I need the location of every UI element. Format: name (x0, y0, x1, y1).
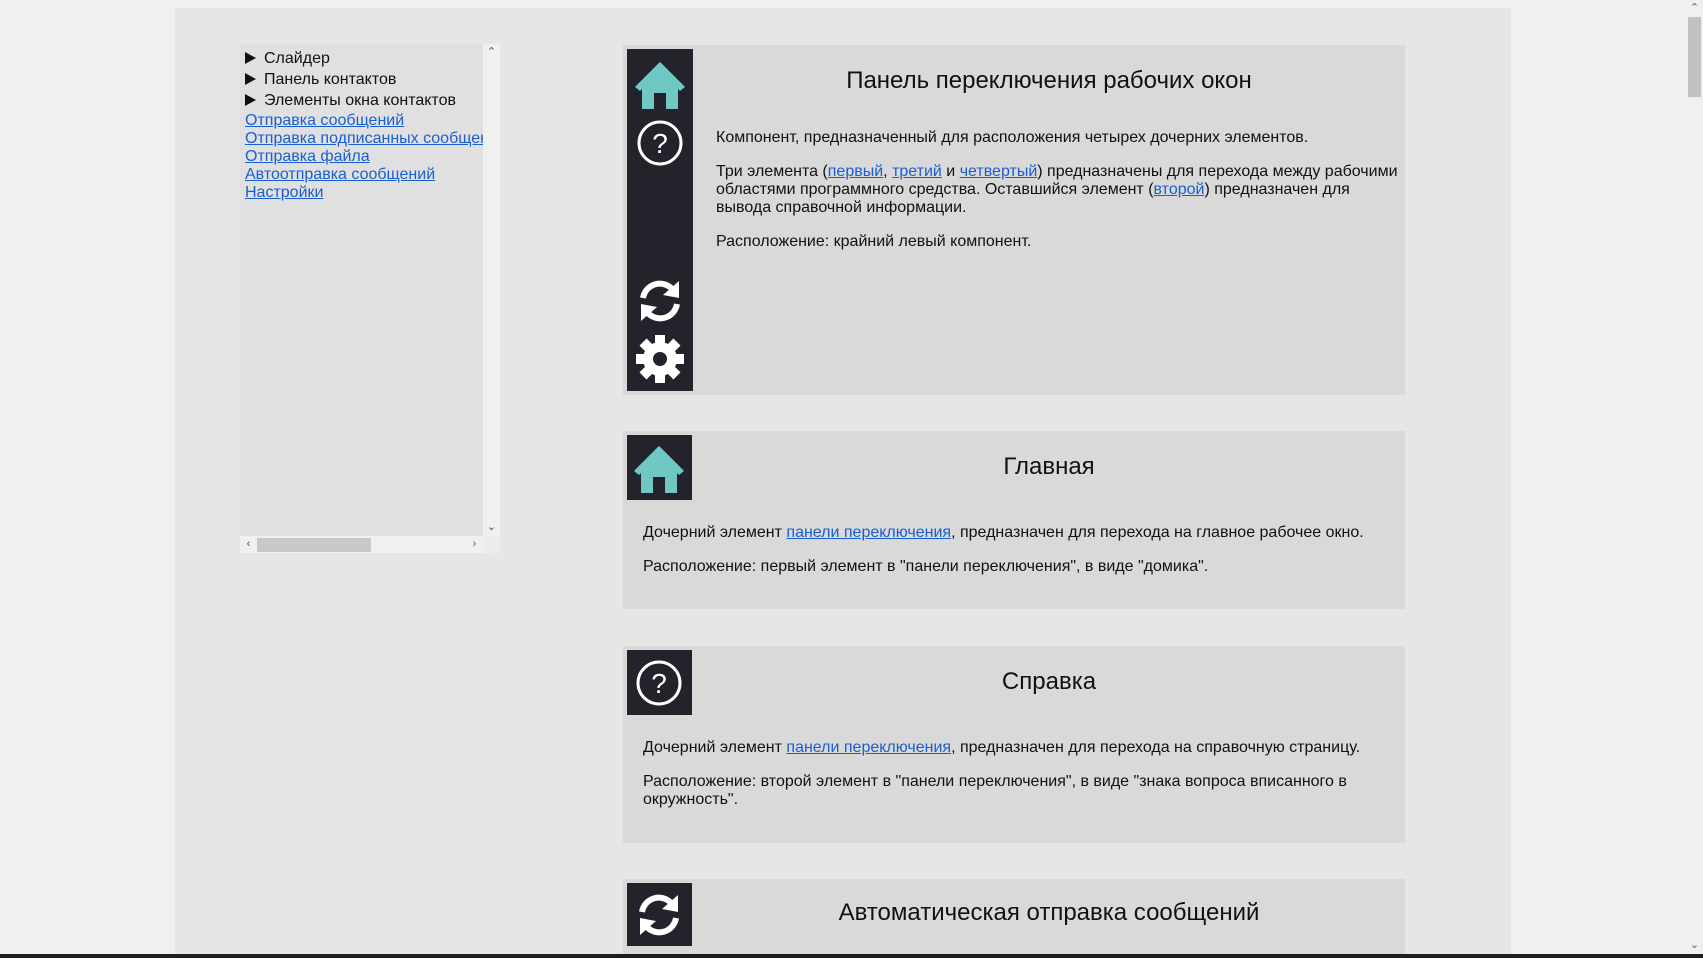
window-bottom-edge (0, 954, 1703, 958)
card-intro: Компонент, предназначенный для расположе… (716, 129, 1309, 146)
help-icon: ? (636, 660, 682, 706)
sidebar-link-send-file[interactable]: Отправка файла (245, 148, 370, 166)
refresh-icon (639, 894, 679, 936)
card-description: Дочерний элемент панели переключения, пр… (643, 739, 1363, 757)
tree-node-label: Слайдер (264, 50, 330, 67)
card-body: Дочерний элемент панели переключения, пр… (643, 524, 1398, 592)
scroll-down-arrow-icon[interactable]: ⌄ (483, 519, 500, 536)
text-fragment: и (941, 163, 960, 180)
link-switch-panel[interactable]: панели переключения (786, 739, 951, 756)
card-description: Дочерний элемент панели переключения, пр… (643, 524, 1398, 542)
svg-text:?: ? (651, 668, 667, 699)
card-title: Главная (1003, 453, 1095, 480)
switch-panel-icons: ? (627, 49, 693, 391)
expand-triangle-icon[interactable] (245, 73, 256, 85)
navigation-tree: Слайдер Панель контактов Элементы окна к… (240, 44, 483, 536)
refresh-icon[interactable] (640, 280, 680, 322)
link-fourth[interactable]: четвертый (960, 163, 1038, 180)
scroll-up-arrow-icon[interactable]: ⌃ (1686, 0, 1703, 17)
svg-text:?: ? (652, 128, 668, 159)
card-location: Расположение: первый элемент в "панели п… (643, 558, 1209, 575)
scrollbar-corner (483, 536, 500, 553)
sidebar-link-send-messages[interactable]: Отправка сообщений (245, 112, 404, 130)
text-fragment: , предназначен для перехода на главное р… (951, 524, 1364, 541)
card-location: Расположение: второй элемент в "панели п… (643, 773, 1347, 808)
sidebar-link-send-signed-messages[interactable]: Отправка подписанных сообщений (245, 130, 483, 148)
home-icon[interactable] (635, 62, 685, 109)
window-vertical-scrollbar[interactable]: ⌃ ⌄ (1686, 0, 1703, 954)
sidebar-link-autosend-messages[interactable]: Автоотправка сообщений (245, 166, 435, 184)
card-autosend: Автоматическая отправка сообщений (623, 879, 1405, 954)
browser-viewport: Слайдер Панель контактов Элементы окна к… (0, 0, 1685, 954)
text-fragment: Дочерний элемент (643, 524, 787, 541)
card-body: Дочерний элемент панели переключения, пр… (643, 739, 1363, 825)
tree-node-label: Элементы окна контактов (264, 92, 456, 109)
card-switch-panel: ? Панель переключения рабочих окон Компо… (623, 45, 1405, 395)
help-icon[interactable]: ? (637, 120, 683, 166)
link-first[interactable]: первый (828, 163, 883, 180)
card-help: ? Справка Дочерний элемент панели перекл… (623, 646, 1405, 843)
scroll-up-arrow-icon[interactable]: ⌃ (483, 44, 500, 61)
card-home: Главная Дочерний элемент панели переключ… (623, 431, 1405, 609)
scroll-left-arrow-icon[interactable]: ‹ (240, 536, 257, 553)
refresh-icon-tile (627, 883, 692, 946)
gear-icon[interactable] (636, 335, 684, 383)
tree-node-slider[interactable]: Слайдер (245, 50, 330, 68)
card-title: Автоматическая отправка сообщений (838, 899, 1260, 926)
expand-triangle-icon[interactable] (245, 94, 256, 106)
sidebar-navigation: Слайдер Панель контактов Элементы окна к… (240, 44, 500, 553)
tree-node-contact-window-elements[interactable]: Элементы окна контактов (245, 92, 456, 110)
card-title: Справка (1001, 668, 1097, 695)
tree-node-label: Панель контактов (264, 71, 397, 88)
text-fragment: , предназначен для перехода на справочну… (951, 739, 1361, 756)
scroll-down-arrow-icon[interactable]: ⌄ (1686, 937, 1703, 954)
link-third[interactable]: третий (892, 163, 942, 180)
card-body: Компонент, предназначенный для расположе… (716, 129, 1401, 267)
link-switch-panel[interactable]: панели переключения (786, 524, 951, 541)
help-icon-tile: ? (627, 650, 692, 715)
text-fragment: , (883, 163, 893, 180)
link-second[interactable]: второй (1154, 181, 1205, 198)
scroll-right-arrow-icon[interactable]: › (466, 536, 483, 553)
tree-node-contacts-panel[interactable]: Панель контактов (245, 71, 396, 89)
card-location: Расположение: крайний левый компонент. (716, 233, 1032, 250)
sidebar-link-settings[interactable]: Настройки (245, 184, 323, 202)
window-scroll-thumb[interactable] (1688, 17, 1701, 97)
text-fragment: Три элемента ( (716, 163, 828, 180)
home-icon (634, 446, 684, 493)
text-fragment: Дочерний элемент (643, 739, 787, 756)
card-title: Панель переключения рабочих окон (846, 67, 1252, 94)
home-icon-tile (627, 435, 692, 500)
horizontal-scroll-thumb[interactable] (257, 538, 371, 552)
expand-triangle-icon[interactable] (245, 52, 256, 64)
documentation-page: Слайдер Панель контактов Элементы окна к… (175, 8, 1511, 954)
card-description: Три элемента (первый, третий и четвертый… (716, 163, 1401, 217)
sidebar-vertical-scrollbar[interactable]: ⌃ ⌄ (483, 44, 500, 536)
sidebar-horizontal-scrollbar[interactable]: ‹ › (240, 536, 483, 553)
